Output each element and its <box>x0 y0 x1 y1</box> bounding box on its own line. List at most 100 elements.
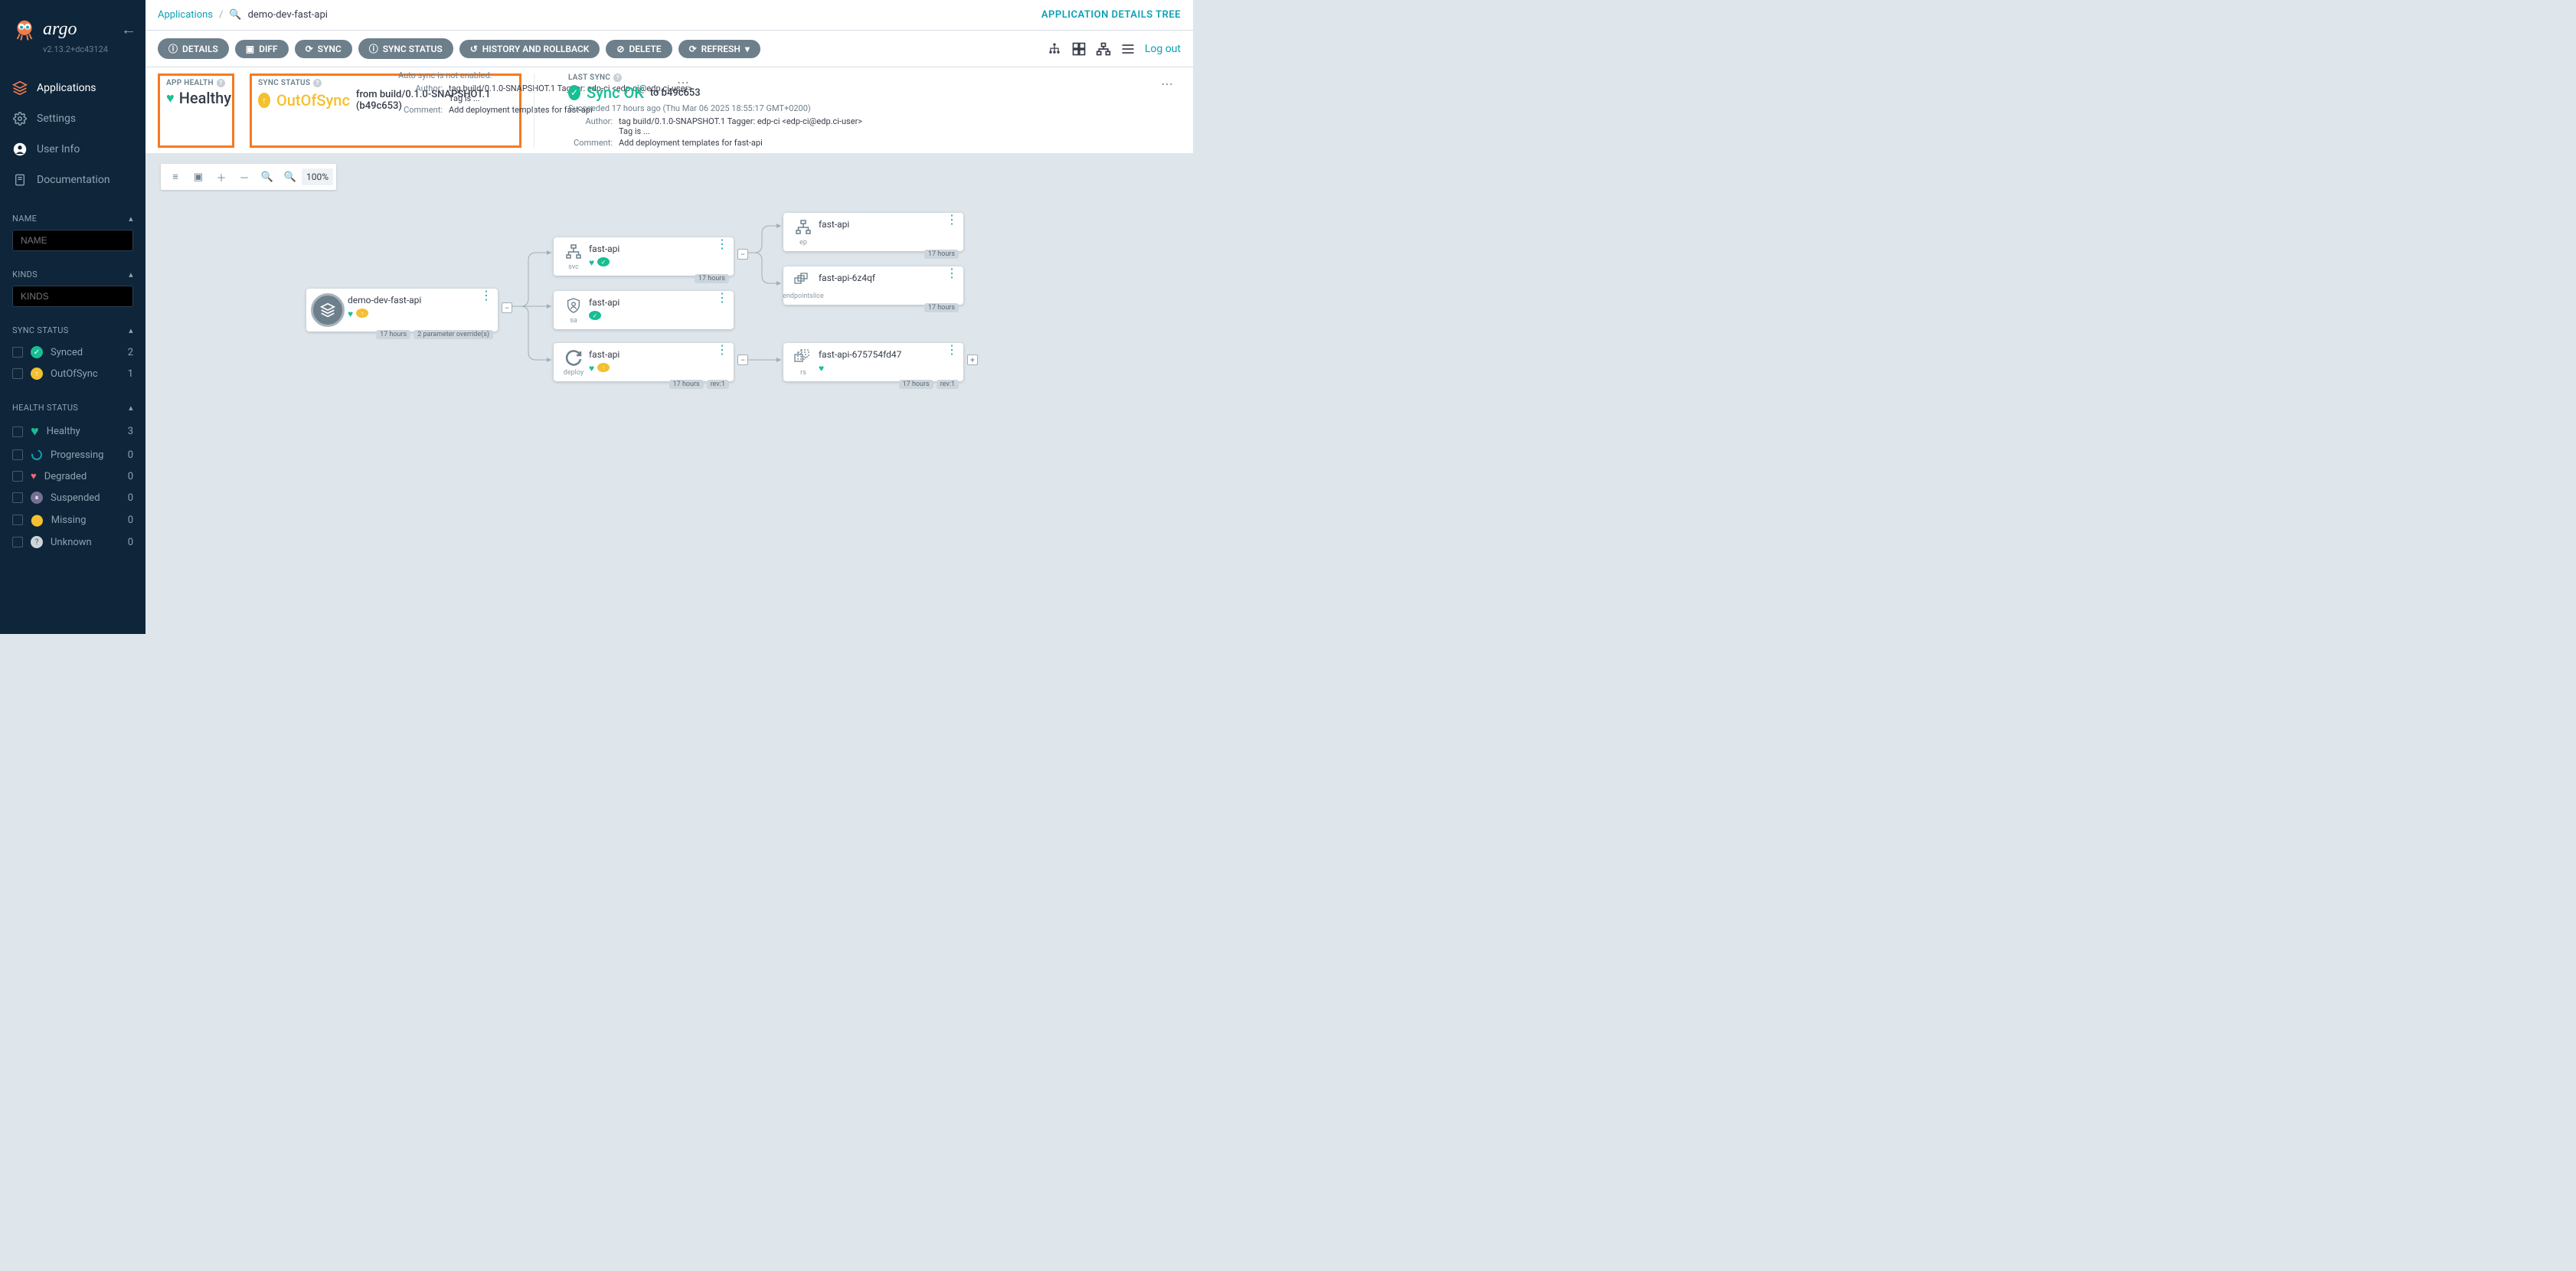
node-serviceaccount[interactable]: sa fast-api✓ ⋮ <box>554 291 734 329</box>
last-sync-menu[interactable]: ⋯ <box>1161 77 1175 91</box>
ghost-icon: ⬤ <box>31 513 44 527</box>
node-menu[interactable]: ⋮ <box>715 242 729 247</box>
filter-item-outofsync[interactable]: ↑OutOfSync1 <box>12 363 133 384</box>
delete-icon: ⊘ <box>616 44 624 54</box>
zoom-out-icon[interactable]: 🔍 <box>279 167 302 187</box>
layers-icon <box>12 80 28 96</box>
help-icon[interactable]: ? <box>217 79 225 87</box>
filter-name-input[interactable] <box>12 230 133 251</box>
node-app-root[interactable]: demo-dev-fast-api♥↑ ⋮ 17 hours2 paramete… <box>306 289 498 332</box>
collapse-sidebar-icon[interactable]: ← <box>121 20 136 39</box>
node-menu[interactable]: ⋮ <box>479 293 493 298</box>
filter-item-missing[interactable]: ⬤Missing0 <box>12 508 133 531</box>
filter-item-progressing[interactable]: Progressing0 <box>12 444 133 466</box>
collapse-icon[interactable]: ▴ <box>129 403 133 413</box>
nav-settings[interactable]: Settings <box>0 103 145 134</box>
node-service[interactable]: svc fast-api♥✓ ⋮ 17 hours <box>554 237 734 276</box>
node-menu[interactable]: ⋮ <box>715 348 729 352</box>
arrow-up-icon: ↑ <box>258 93 270 108</box>
node-menu[interactable]: ⋮ <box>945 348 959 352</box>
replicaset-icon <box>793 348 813 368</box>
check-icon: ✓ <box>597 257 610 266</box>
zoom-minus-icon[interactable]: － <box>233 167 256 187</box>
filter-item-synced[interactable]: ✓Synced2 <box>12 341 133 363</box>
collapse-icon[interactable]: ▴ <box>129 325 133 335</box>
collapse-icon[interactable]: ▴ <box>129 214 133 224</box>
arrow-up-icon: ↑ <box>356 309 368 318</box>
node-replicaset[interactable]: rs fast-api-675754fd47♥ ⋮ 17 hoursrev:1 <box>783 343 963 381</box>
diff-button[interactable]: ▣DIFF <box>235 40 289 58</box>
checkbox[interactable] <box>12 537 23 547</box>
broken-heart-icon: ♥ <box>31 470 37 482</box>
zoom-plus-icon[interactable]: ＋ <box>210 167 233 187</box>
last-sync-status: Sync OK <box>587 83 644 102</box>
zoom-in-icon[interactable]: 🔍 <box>256 167 279 187</box>
filter-item-healthy[interactable]: ♥Healthy3 <box>12 419 133 444</box>
breadcrumb-app-name: demo-dev-fast-api <box>248 9 328 21</box>
node-menu[interactable]: ⋮ <box>945 217 959 222</box>
nav-documentation[interactable]: Documentation <box>0 165 145 195</box>
info-icon: ⓘ <box>369 42 378 55</box>
grid-view-icon[interactable] <box>1071 41 1087 57</box>
delete-button[interactable]: ⊘DELETE <box>606 40 672 58</box>
node-menu[interactable]: ⋮ <box>715 296 729 300</box>
checkbox[interactable] <box>12 347 23 358</box>
history-button[interactable]: ↺HISTORY AND ROLLBACK <box>459 40 600 58</box>
last-sync-to: to b49c653 <box>650 87 701 99</box>
app-health-label: APP HEALTH <box>166 79 214 87</box>
breadcrumb-applications[interactable]: Applications <box>158 9 213 21</box>
checkbox[interactable] <box>12 449 23 460</box>
sync-status-button[interactable]: ⓘSYNC STATUS <box>358 38 453 59</box>
checkbox[interactable] <box>12 515 23 525</box>
sync-button[interactable]: ⟳SYNC <box>295 40 352 58</box>
search-icon[interactable]: 🔍 <box>229 9 241 21</box>
nav-userinfo[interactable]: User Info <box>0 134 145 165</box>
filter-kinds-input[interactable] <box>12 286 133 307</box>
expand-button[interactable]: − <box>737 355 748 365</box>
brand-text: argo <box>43 19 77 40</box>
gear-icon <box>12 111 28 126</box>
heart-icon: ♥ <box>31 423 39 439</box>
logout-link[interactable]: Log out <box>1145 43 1181 55</box>
question-icon: ? <box>31 536 43 548</box>
file-icon: ▣ <box>246 44 254 54</box>
filter-name: NAME▴ <box>0 214 145 251</box>
arrow-up-icon: ↑ <box>597 363 610 372</box>
refresh-button[interactable]: ⟳REFRESH▾ <box>678 40 760 58</box>
list-view-icon[interactable] <box>1120 41 1136 57</box>
info-icon: ⓘ <box>168 42 178 55</box>
checkbox[interactable] <box>12 368 23 379</box>
expand-button[interactable]: + <box>967 355 978 365</box>
details-button[interactable]: ⓘDETAILS <box>158 38 229 59</box>
expand-button[interactable]: − <box>502 302 512 313</box>
fit-icon[interactable]: ▣ <box>187 167 210 187</box>
checkbox[interactable] <box>12 492 23 503</box>
network-view-icon[interactable] <box>1096 41 1111 57</box>
filter-health-status: HEALTH STATUS▴ ♥Healthy3 Progressing0 ♥D… <box>0 403 145 553</box>
node-endpointslice[interactable]: endpointslice fast-api-6z4qf ⋮ 17 hours <box>783 266 963 305</box>
filter-item-degraded[interactable]: ♥Degraded0 <box>12 466 133 487</box>
help-icon[interactable]: ? <box>613 74 622 82</box>
app-health-status: Healthy <box>179 89 231 107</box>
app-details-tree-link[interactable]: APPLICATION DETAILS TREE <box>1041 9 1181 21</box>
collapse-icon[interactable]: ▴ <box>129 270 133 279</box>
zoom-level: 100% <box>302 168 333 185</box>
action-row: ⓘDETAILS ▣DIFF ⟳SYNC ⓘSYNC STATUS ↺HISTO… <box>145 31 1193 67</box>
filter-item-suspended[interactable]: ⏸Suspended0 <box>12 487 133 508</box>
filter-sync-status: SYNC STATUS▴ ✓Synced2 ↑OutOfSync1 <box>0 325 145 384</box>
checkbox[interactable] <box>12 471 23 482</box>
nav-applications[interactable]: Applications <box>0 73 145 103</box>
node-menu[interactable]: ⋮ <box>945 271 959 276</box>
node-deployment[interactable]: deploy fast-api♥↑ ⋮ 17 hoursrev:1 <box>554 343 734 381</box>
tree-view-icon[interactable] <box>1047 41 1062 57</box>
help-icon[interactable]: ? <box>313 79 322 87</box>
filter-item-unknown[interactable]: ?Unknown0 <box>12 531 133 553</box>
align-icon[interactable]: ≡ <box>164 167 187 187</box>
heart-icon: ♥ <box>589 257 594 268</box>
resource-tree-canvas[interactable]: ≡ ▣ ＋ － 🔍 🔍 100% demo-dev-fast-api♥↑ ⋮ 1… <box>145 153 1193 634</box>
node-endpoint[interactable]: ep fast-api ⋮ 17 hours <box>783 213 963 251</box>
checkbox[interactable] <box>12 426 23 437</box>
sidebar: argo ← v2.13.2+dc43124 Applications Sett… <box>0 0 145 634</box>
logo-row: argo ← <box>0 8 145 51</box>
expand-button[interactable]: − <box>737 249 748 260</box>
